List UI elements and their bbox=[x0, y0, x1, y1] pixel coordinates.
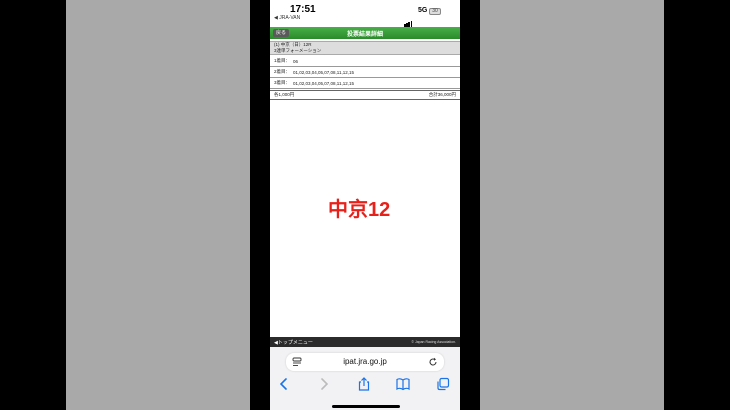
home-indicator[interactable] bbox=[332, 405, 400, 408]
bookmarks-icon[interactable] bbox=[396, 377, 410, 391]
row-value: 01,02,03,04,05,07,08,11,12,15 bbox=[293, 80, 354, 86]
row-label: 2着目： bbox=[274, 69, 291, 74]
page-title: 投票結果詳細 bbox=[346, 32, 383, 38]
amount-each: 各1,000円 bbox=[274, 92, 295, 97]
footer-bar: ◀トップメニュー © Japan Racing Association. bbox=[270, 337, 460, 347]
signal-icon bbox=[404, 9, 413, 27]
share-icon[interactable] bbox=[357, 377, 371, 391]
totals-row: 各1,000円 合計36,000円 bbox=[270, 90, 460, 100]
forward-arrow-icon[interactable] bbox=[318, 377, 330, 391]
selection-row-first: 1着目： 06 bbox=[270, 56, 460, 67]
background-left-bar bbox=[66, 0, 250, 410]
tabs-icon[interactable] bbox=[436, 377, 450, 391]
browser-nav bbox=[270, 377, 460, 393]
reload-icon[interactable] bbox=[428, 357, 438, 367]
back-to-app-link[interactable]: ◀ JRA-VAN bbox=[274, 15, 300, 21]
bet-type: 3連単フォーメーション bbox=[274, 48, 322, 53]
status-bar: 17:51 ◀ JRA-VAN 5G 30 bbox=[270, 0, 460, 27]
battery-icon: 30 bbox=[429, 8, 441, 15]
selection-row-second: 2着目： 01,02,03,04,05,07,08,11,12,15 bbox=[270, 67, 460, 78]
network-label: 5G bbox=[418, 7, 428, 14]
selection-row-third: 3着目： 01,02,03,04,05,07,08,11,12,15 bbox=[270, 78, 460, 89]
browser-toolbar: ipat.jra.go.jp bbox=[270, 347, 460, 410]
back-arrow-icon[interactable] bbox=[278, 377, 290, 391]
row-label: 1着目： bbox=[274, 58, 291, 63]
row-label: 3着目： bbox=[274, 80, 291, 85]
page-header: 投票結果詳細 戻る bbox=[270, 27, 460, 39]
address-bar[interactable]: ipat.jra.go.jp bbox=[286, 353, 444, 371]
status-time: 17:51 bbox=[290, 4, 316, 15]
race-info: (1) 中京（日）12R 3連単フォーメーション bbox=[270, 41, 460, 55]
row-value: 06 bbox=[293, 58, 299, 64]
top-menu-link[interactable]: ◀トップメニュー bbox=[274, 339, 313, 346]
background-right-bar bbox=[480, 0, 664, 410]
back-button[interactable]: 戻る bbox=[273, 29, 290, 37]
amount-total: 合計36,000円 bbox=[428, 92, 456, 97]
url-text: ipat.jra.go.jp bbox=[343, 357, 387, 366]
overlay-caption: 中京12 bbox=[328, 199, 391, 221]
row-value: 01,02,03,04,05,07,08,11,12,15 bbox=[293, 69, 354, 75]
phone-screen: 17:51 ◀ JRA-VAN 5G 30 投票結果詳細 戻る (1) 中京（日… bbox=[270, 0, 460, 410]
copyright-text: © Japan Racing Association. bbox=[411, 340, 456, 344]
